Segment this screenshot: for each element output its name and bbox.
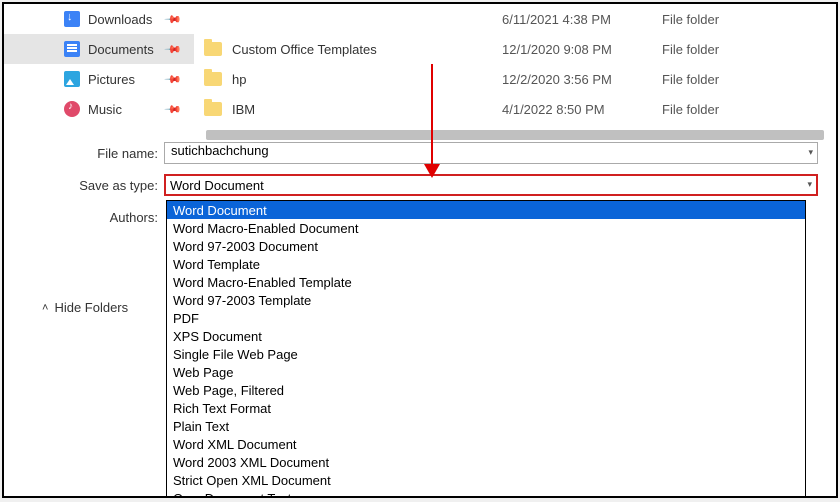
- file-type-cell: File folder: [662, 12, 782, 27]
- dropdown-option[interactable]: Word Macro-Enabled Document: [167, 219, 805, 237]
- table-row[interactable]: Custom Office Templates 12/1/2020 9:08 P…: [194, 34, 836, 64]
- folder-icon: [204, 72, 222, 86]
- pin-icon: 📌: [164, 40, 183, 59]
- folder-icon: [204, 102, 222, 116]
- sidebar-item-label: Pictures: [88, 72, 135, 87]
- dropdown-option[interactable]: Single File Web Page: [167, 345, 805, 363]
- saveastype-combobox[interactable]: Word Document ▾: [164, 174, 818, 196]
- pin-icon: 📌: [164, 70, 183, 89]
- authors-label: Authors:: [4, 210, 164, 225]
- file-type-cell: File folder: [662, 102, 782, 117]
- file-type-cell: File folder: [662, 42, 782, 57]
- file-name-cell: IBM: [232, 102, 502, 117]
- sidebar-item-label: Downloads: [88, 12, 152, 27]
- file-name-cell: Custom Office Templates: [232, 42, 502, 57]
- sidebar-item-label: Documents: [88, 42, 154, 57]
- file-date-cell: 12/1/2020 9:08 PM: [502, 42, 662, 57]
- chevron-up-icon: ˄: [42, 302, 48, 314]
- table-row[interactable]: 6/11/2021 4:38 PM File folder: [194, 4, 836, 34]
- dropdown-option[interactable]: Rich Text Format: [167, 399, 805, 417]
- pin-icon: 📌: [164, 10, 183, 29]
- pictures-icon: [64, 71, 80, 87]
- table-row[interactable]: IBM 4/1/2022 8:50 PM File folder: [194, 94, 836, 124]
- folder-icon: [204, 42, 222, 56]
- dropdown-option[interactable]: Word Macro-Enabled Template: [167, 273, 805, 291]
- dropdown-option[interactable]: Web Page: [167, 363, 805, 381]
- sidebar-item-downloads[interactable]: Downloads 📌: [4, 4, 194, 34]
- dropdown-option[interactable]: PDF: [167, 309, 805, 327]
- file-type-cell: File folder: [662, 72, 782, 87]
- pin-icon: 📌: [164, 100, 183, 119]
- dropdown-option[interactable]: XPS Document: [167, 327, 805, 345]
- dropdown-option[interactable]: Plain Text: [167, 417, 805, 435]
- saveastype-dropdown: Word Document Word Macro-Enabled Documen…: [166, 200, 806, 498]
- table-row[interactable]: hp 12/2/2020 3:56 PM File folder: [194, 64, 836, 94]
- filename-value: sutichbachchung: [171, 143, 269, 158]
- filename-label: File name:: [4, 146, 164, 161]
- saveastype-label: Save as type:: [4, 178, 164, 193]
- dropdown-option[interactable]: Word 2003 XML Document: [167, 453, 805, 471]
- dropdown-option[interactable]: Web Page, Filtered: [167, 381, 805, 399]
- dropdown-option[interactable]: Word Document: [167, 201, 805, 219]
- download-icon: [64, 11, 80, 27]
- filename-input[interactable]: sutichbachchung ▾: [164, 142, 818, 164]
- hide-folders-label: Hide Folders: [54, 300, 128, 315]
- sidebar-item-music[interactable]: Music 📌: [4, 94, 194, 124]
- sidebar-item-label: Music: [88, 102, 122, 117]
- navigation-sidebar: Downloads 📌 Documents 📌 Pictures 📌 Music…: [4, 4, 194, 134]
- file-name-cell: hp: [232, 72, 502, 87]
- music-icon: [64, 101, 80, 117]
- file-list: 6/11/2021 4:38 PM File folder Custom Off…: [194, 4, 836, 134]
- file-date-cell: 4/1/2022 8:50 PM: [502, 102, 662, 117]
- document-icon: [64, 41, 80, 57]
- dropdown-option[interactable]: Word Template: [167, 255, 805, 273]
- chevron-down-icon: ▾: [807, 179, 812, 190]
- sidebar-item-documents[interactable]: Documents 📌: [4, 34, 194, 64]
- dropdown-option[interactable]: Word 97-2003 Template: [167, 291, 805, 309]
- dropdown-option[interactable]: Strict Open XML Document: [167, 471, 805, 489]
- hide-folders-button[interactable]: ˄ Hide Folders: [42, 300, 128, 315]
- horizontal-scrollbar[interactable]: [206, 130, 824, 140]
- chevron-down-icon: ▾: [808, 147, 813, 158]
- file-date-cell: 12/2/2020 3:56 PM: [502, 72, 662, 87]
- dropdown-option[interactable]: Word 97-2003 Document: [167, 237, 805, 255]
- saveastype-value: Word Document: [170, 178, 264, 193]
- file-date-cell: 6/11/2021 4:38 PM: [502, 12, 662, 27]
- dropdown-option[interactable]: OpenDocument Text: [167, 489, 805, 498]
- sidebar-item-pictures[interactable]: Pictures 📌: [4, 64, 194, 94]
- dropdown-option[interactable]: Word XML Document: [167, 435, 805, 453]
